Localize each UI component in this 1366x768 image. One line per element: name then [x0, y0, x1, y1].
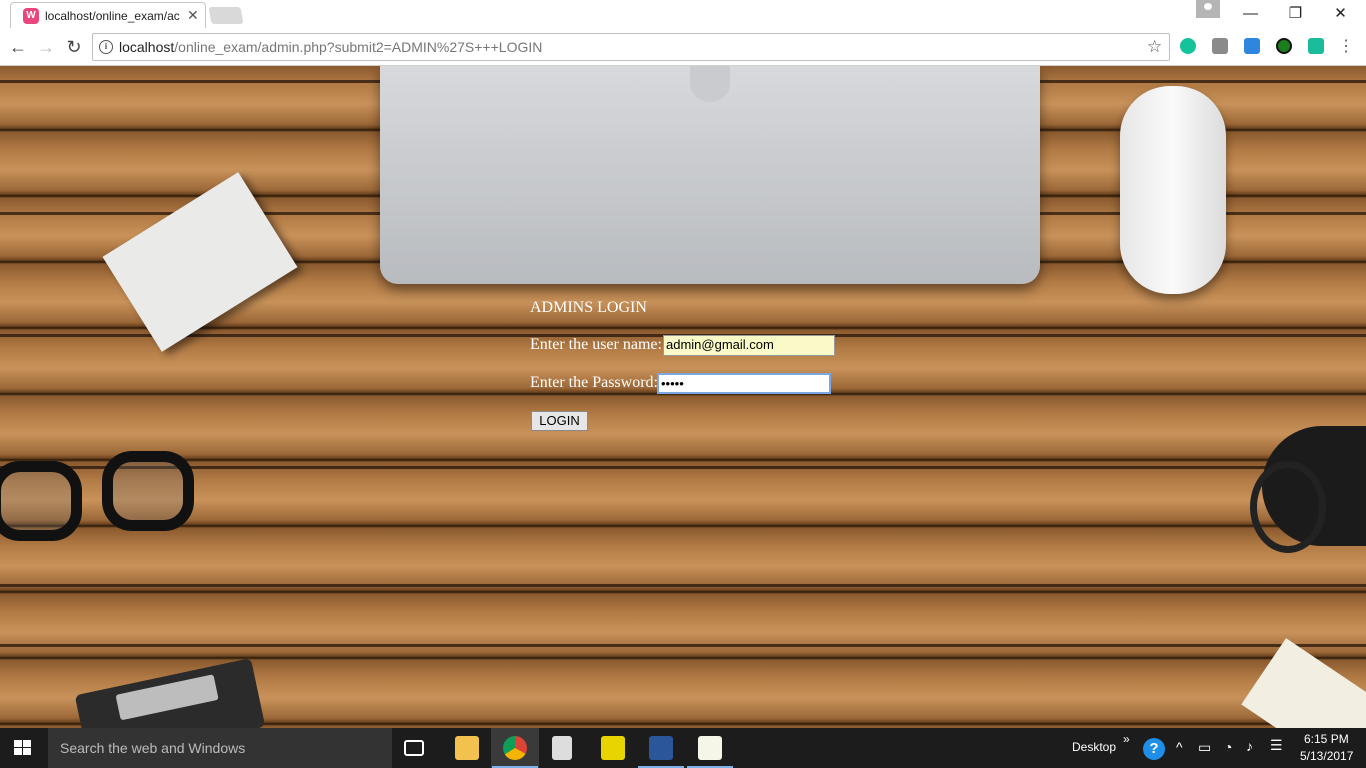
clock-time[interactable]: 6:15 PM: [1304, 732, 1349, 746]
password-input[interactable]: •••••: [657, 373, 831, 394]
new-tab-button[interactable]: [208, 7, 244, 24]
battery-icon[interactable]: ▭: [1198, 739, 1211, 756]
key-ring-image: [1250, 461, 1326, 553]
taskbar-search-box[interactable]: Search the web and Windows: [48, 728, 392, 768]
form-title: ADMINS LOGIN: [530, 299, 647, 316]
restore-button[interactable]: ❐: [1273, 2, 1318, 26]
browser-toolbar: ← → ↻ i localhost/online_exam/admin.php?…: [0, 28, 1366, 66]
forward-arrow-icon[interactable]: →: [34, 35, 58, 59]
card-stack-image: [102, 172, 298, 352]
bookmark-star-icon[interactable]: ☆: [1147, 37, 1162, 57]
profile-icon[interactable]: [1196, 0, 1220, 18]
wifi-icon[interactable]: ◔: [1224, 739, 1232, 755]
extension-icon-3[interactable]: [1244, 38, 1260, 54]
desktop-expand-icon[interactable]: »: [1123, 732, 1130, 746]
username-input[interactable]: admin@gmail.com: [663, 335, 835, 356]
store-icon[interactable]: [552, 736, 572, 760]
notepad-app-icon[interactable]: [698, 736, 722, 760]
help-icon[interactable]: ?: [1143, 738, 1165, 760]
chrome-icon[interactable]: [503, 736, 527, 760]
info-icon[interactable]: i: [99, 40, 113, 54]
wamp-favicon-icon: W: [23, 8, 39, 24]
pdf-app-icon[interactable]: [601, 736, 625, 760]
laptop-image: [380, 66, 1040, 284]
minimize-button[interactable]: —: [1228, 2, 1273, 26]
camera-image: [74, 658, 266, 728]
extension-icon-4[interactable]: [1276, 38, 1292, 54]
desktop-toolbar-label[interactable]: Desktop: [1072, 740, 1116, 754]
search-placeholder: Search the web and Windows: [60, 740, 246, 756]
page-background: ADMINS LOGIN Enter the user name: admin@…: [0, 66, 1366, 728]
extension-icon-2[interactable]: [1212, 38, 1228, 54]
url-host: localhost: [119, 39, 175, 55]
plank-seam: [0, 584, 1366, 587]
close-window-button[interactable]: ✕: [1318, 2, 1363, 26]
windows-start-icon[interactable]: [14, 740, 32, 756]
browser-tab[interactable]: W localhost/online_exam/ac ✕: [10, 2, 206, 29]
notepad-image: [1241, 638, 1366, 728]
clock-date[interactable]: 5/13/2017: [1300, 749, 1353, 763]
plank-seam: [0, 644, 1366, 647]
more-menu-icon[interactable]: ⋮: [1338, 36, 1354, 56]
apple-logo-icon: [690, 66, 730, 102]
login-button[interactable]: LOGIN: [531, 411, 588, 431]
browser-tab-strip: W localhost/online_exam/ac ✕ — ❐ ✕: [0, 0, 1366, 29]
url-path: /online_exam/admin.php?submit2=ADMIN%27S…: [174, 39, 543, 55]
tab-close-icon[interactable]: ✕: [187, 7, 199, 24]
back-arrow-icon[interactable]: ←: [6, 35, 30, 59]
glasses-image: [0, 451, 210, 551]
task-view-icon[interactable]: [404, 740, 424, 756]
reload-icon[interactable]: ↻: [62, 35, 86, 59]
action-center-icon[interactable]: ☰: [1270, 737, 1283, 754]
password-label: Enter the Password:: [530, 374, 658, 391]
grammarly-extension-icon[interactable]: [1180, 38, 1196, 54]
tab-title: localhost/online_exam/ac: [45, 9, 180, 23]
username-label: Enter the user name:: [530, 336, 662, 353]
extension-icon-5[interactable]: [1308, 38, 1324, 54]
url-text[interactable]: localhost/online_exam/admin.php?submit2=…: [119, 39, 542, 55]
mouse-image: [1120, 86, 1226, 294]
address-bar[interactable]: i localhost/online_exam/admin.php?submit…: [92, 33, 1170, 61]
volume-icon[interactable]: ♪: [1246, 738, 1253, 754]
word-icon[interactable]: [649, 736, 673, 760]
show-hidden-icons-icon[interactable]: ^: [1176, 739, 1183, 755]
file-explorer-icon[interactable]: [455, 736, 479, 760]
